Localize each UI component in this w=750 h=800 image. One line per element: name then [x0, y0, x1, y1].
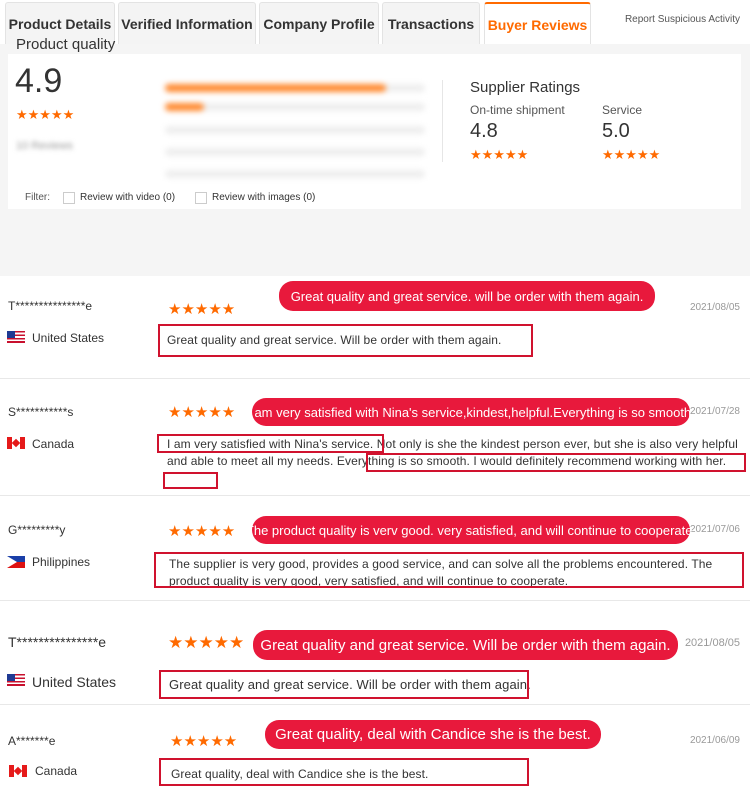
annotation-box [366, 453, 746, 472]
us-flag-icon [7, 674, 25, 686]
annotation-box [154, 552, 744, 588]
review-date: 2021/07/28 [689, 406, 740, 417]
annotation-box [159, 758, 529, 786]
review-highlight-label: The product quality is verv good. very s… [246, 516, 696, 544]
annotation-box [158, 324, 533, 357]
filter-bar: Filter: Review with video (0) Review wit… [8, 176, 741, 220]
rating-bar-fill [165, 84, 386, 92]
reviewer-country: Philippines [32, 555, 91, 569]
review-highlight-label: Great quality and great service. will be… [279, 281, 655, 311]
product-quality-score: 4.9 [15, 62, 63, 100]
review-item: A*******e Canada ★★★★★ 2021/06/09 Great … [0, 705, 750, 800]
tab-company-profile[interactable]: Company Profile [259, 2, 379, 44]
product-quality-stars: ★★★★★ [16, 108, 75, 123]
review-stars: ★★★★★ [168, 633, 245, 653]
review-highlight-label: Great quality and great service. Will be… [253, 630, 678, 660]
service-value: 5.0 [602, 120, 630, 142]
review-date: 2021/06/09 [689, 735, 740, 746]
service-label: Service [602, 103, 643, 117]
us-flag-icon [7, 331, 25, 343]
review-stars: ★★★★★ [170, 732, 238, 750]
rating-bar-fill [165, 103, 204, 111]
reviewer-country: United States [32, 331, 105, 345]
review-with-images-checkbox[interactable] [195, 192, 207, 204]
tab-buyer-reviews[interactable]: Buyer Reviews [484, 2, 591, 46]
reviewer-name: A*******e [8, 734, 56, 748]
review-with-video-label[interactable]: Review with video (0) [80, 192, 175, 203]
canada-flag-icon [7, 437, 25, 449]
supplier-ratings-title: Supplier Ratings [470, 79, 581, 96]
review-stars: ★★★★★ [168, 300, 236, 318]
review-item: T***************e United States ★★★★★ 20… [0, 601, 750, 705]
product-quality-title: Product quality [16, 36, 116, 53]
reviewer-name: G*********y [8, 523, 66, 537]
reviewer-name: T***************e [8, 299, 93, 313]
rating-bar-track [165, 103, 425, 111]
rating-bar-track [165, 126, 425, 134]
review-date: 2021/07/06 [689, 524, 740, 535]
reviewer-country: United States [32, 674, 117, 690]
report-suspicious-activity-link[interactable]: Report Suspicious Activity [625, 14, 740, 25]
review-item: G*********y Philippines ★★★★★ 2021/07/06… [0, 496, 750, 601]
rating-bar-4-star [165, 101, 440, 111]
annotation-box [159, 670, 529, 699]
product-quality-review-count: 10 Reviews [16, 140, 73, 152]
reviewer-country: Canada [32, 437, 75, 451]
review-highlight-label: Great quality, deal with Candice she is … [265, 720, 601, 749]
review-item: T***************e United States ★★★★★ 20… [0, 276, 750, 379]
review-item: S***********s Canada ★★★★★ 2021/07/28 I … [0, 379, 750, 496]
review-with-images-label[interactable]: Review with images (0) [212, 192, 315, 203]
canada-flag-icon [9, 765, 27, 777]
reviewer-name: S***********s [8, 405, 74, 419]
tab-transactions[interactable]: Transactions [382, 2, 480, 44]
rating-bar-5-star [165, 82, 440, 92]
philippines-flag-icon [7, 556, 25, 568]
on-time-shipment-label: On-time shipment [470, 103, 565, 117]
review-highlight-label: I am very satisfied with Nina's service,… [247, 398, 695, 426]
review-stars: ★★★★★ [168, 403, 236, 421]
summary-divider [442, 80, 443, 162]
on-time-shipment-value: 4.8 [470, 120, 498, 142]
review-date: 2021/08/05 [684, 637, 740, 649]
annotation-box [163, 472, 218, 489]
rating-bar-track [165, 148, 425, 156]
review-date: 2021/08/05 [689, 302, 740, 313]
tab-verified-information[interactable]: Verified Information [118, 2, 256, 44]
reviewer-country: Canada [35, 764, 78, 778]
filter-label: Filter: [25, 192, 50, 203]
rating-bar-2-star [165, 146, 440, 156]
service-stars: ★★★★★ [602, 148, 661, 163]
review-with-video-checkbox[interactable] [63, 192, 75, 204]
review-stars: ★★★★★ [168, 522, 236, 540]
annotation-box [157, 434, 384, 453]
on-time-shipment-stars: ★★★★★ [470, 148, 529, 163]
reviewer-name: T***************e [8, 634, 107, 650]
rating-bar-3-star [165, 124, 440, 134]
